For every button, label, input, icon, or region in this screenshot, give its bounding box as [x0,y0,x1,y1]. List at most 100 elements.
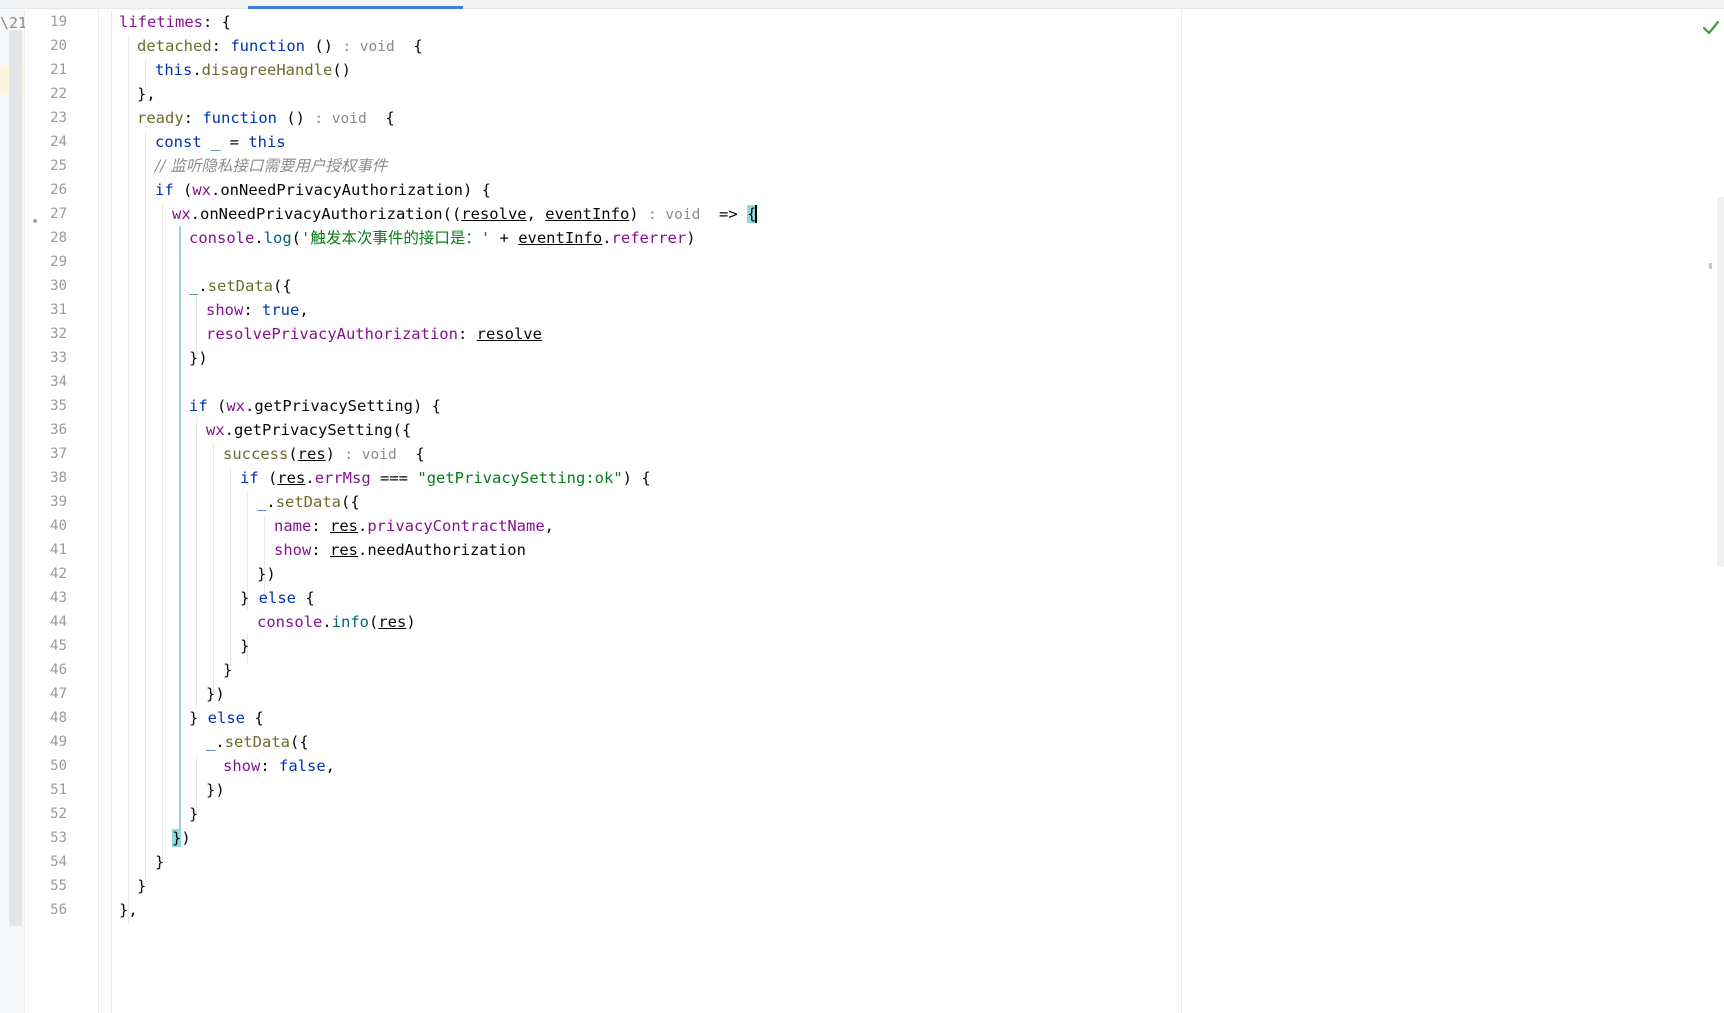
code-line-33[interactable]: }) [189,347,208,369]
line-number[interactable]: 55 [25,876,67,896]
line-number[interactable]: 28 [25,228,67,248]
token: }, [119,901,138,919]
code-line-35[interactable]: if (wx.getPrivacySetting) { [189,395,441,417]
line-number[interactable]: 50 [25,756,67,776]
token: eventInfo [545,205,630,223]
code-line-27[interactable]: wx.onNeedPrivacyAuthorization((resolve, … [172,203,758,225]
code-line-31[interactable]: show: true, [206,299,309,321]
code-line-43[interactable]: } else { [240,587,315,609]
code-line-53[interactable]: }) [172,827,191,849]
code-line-40[interactable]: name: res.privacyContractName, [274,515,554,537]
line-number[interactable]: 40 [25,516,67,536]
line-number[interactable]: 53 [25,828,67,848]
line-number[interactable]: 24 [25,132,67,152]
line-number[interactable]: 45 [25,636,67,656]
token: wx [226,397,246,415]
line-number[interactable]: 36 [25,420,67,440]
code-line-38[interactable]: if (res.errMsg === "getPrivacySetting:ok… [240,467,651,489]
line-number[interactable]: 22 [25,84,67,104]
code-line-56[interactable]: }, [119,899,138,921]
code-line-39[interactable]: _.setData({ [257,491,360,513]
line-number[interactable]: 48 [25,708,67,728]
line-number[interactable]: 39 [25,492,67,512]
line-number[interactable]: 52 [25,804,67,824]
token: : [183,109,203,127]
code-line-48[interactable]: } else { [189,707,264,729]
code-line-19[interactable]: lifetimes: { [119,11,231,33]
line-number[interactable]: 42 [25,564,67,584]
code-line-50[interactable]: show: false, [223,755,335,777]
line-number[interactable]: 21 [25,60,67,80]
line-number[interactable]: 33 [25,348,67,368]
token: { [296,589,315,607]
code-line-21[interactable]: this.disagreeHandle() [155,59,351,81]
tool-window-strip [0,10,25,1013]
token: ) [181,829,191,847]
line-number[interactable]: 25 [25,156,67,176]
code-line-52[interactable]: } [189,803,198,825]
line-number[interactable]: 49 [25,732,67,752]
token: .getPrivacySetting) { [245,397,441,415]
token: . [266,493,276,511]
check-icon[interactable] [1702,18,1720,36]
code-line-47[interactable]: }) [206,683,225,705]
code-line-46[interactable]: } [223,659,232,681]
token: () [332,61,351,79]
line-number[interactable]: 34 [25,372,67,392]
token: wx [172,205,191,223]
token: function [230,37,305,55]
line-number[interactable]: 47 [25,684,67,704]
line-number[interactable]: 30 [25,276,67,296]
code-line-20[interactable]: detached: function () : void { [137,35,423,57]
code-line-24[interactable]: const _ = this [155,131,286,153]
code-line-55[interactable]: } [137,875,146,897]
code-line-32[interactable]: resolvePrivacyAuthorization: resolve [206,323,542,345]
code-line-37[interactable]: success(res) : void { [223,443,425,465]
line-number[interactable]: 20 [25,36,67,56]
code-line-44[interactable]: console.info(res) [257,611,416,633]
token: if [240,469,259,487]
code-line-54[interactable]: } [155,851,164,873]
token: => [700,205,748,223]
line-number[interactable]: 46 [25,660,67,680]
code-line-23[interactable]: ready: function () : void { [137,107,395,129]
code-line-28[interactable]: console.log('触发本次事件的接口是：' + eventInfo.re… [189,227,696,249]
token: ( [173,181,193,199]
code-line-22[interactable]: }, [137,83,156,105]
line-number[interactable]: 35 [25,396,67,416]
code-line-45[interactable]: } [240,635,249,657]
line-number[interactable]: 54 [25,852,67,872]
line-number[interactable]: 27 [25,204,67,224]
code-line-36[interactable]: wx.getPrivacySetting({ [206,419,411,441]
line-number[interactable]: 29 [25,252,67,272]
line-number[interactable]: 56 [25,900,67,920]
code-line-41[interactable]: show: res.needAuthorization [274,539,526,561]
code-line-51[interactable]: }) [206,779,225,801]
line-number[interactable]: 44 [25,612,67,632]
token: setData [275,493,342,511]
token: wx [192,181,212,199]
code-line-26[interactable]: if (wx.onNeedPrivacyAuthorization) { [155,179,491,201]
line-number[interactable]: 32 [25,324,67,344]
token: : [311,517,330,535]
vertical-scrollbar-thumb[interactable] [1717,197,1724,567]
token: }) [257,565,276,583]
active-tab-indicator[interactable] [248,6,463,9]
line-number[interactable]: 31 [25,300,67,320]
line-number[interactable]: 19 [25,12,67,32]
line-number[interactable]: 38 [25,468,67,488]
token: res [378,613,407,631]
line-number[interactable]: 41 [25,540,67,560]
code-line-49[interactable]: _.setData({ [206,731,309,753]
line-number[interactable]: 37 [25,444,67,464]
line-number[interactable]: 43 [25,588,67,608]
scrollbar-marker [1709,263,1712,269]
structure-scroll-bar[interactable] [9,30,22,926]
token: : [457,325,477,343]
code-line-42[interactable]: }) [257,563,276,585]
code-line-30[interactable]: _.setData({ [189,275,292,297]
code-line-25[interactable]: // 监听隐私接口需要用户授权事件 [155,155,387,177]
line-number[interactable]: 26 [25,180,67,200]
line-number[interactable]: 23 [25,108,67,128]
line-number[interactable]: 51 [25,780,67,800]
